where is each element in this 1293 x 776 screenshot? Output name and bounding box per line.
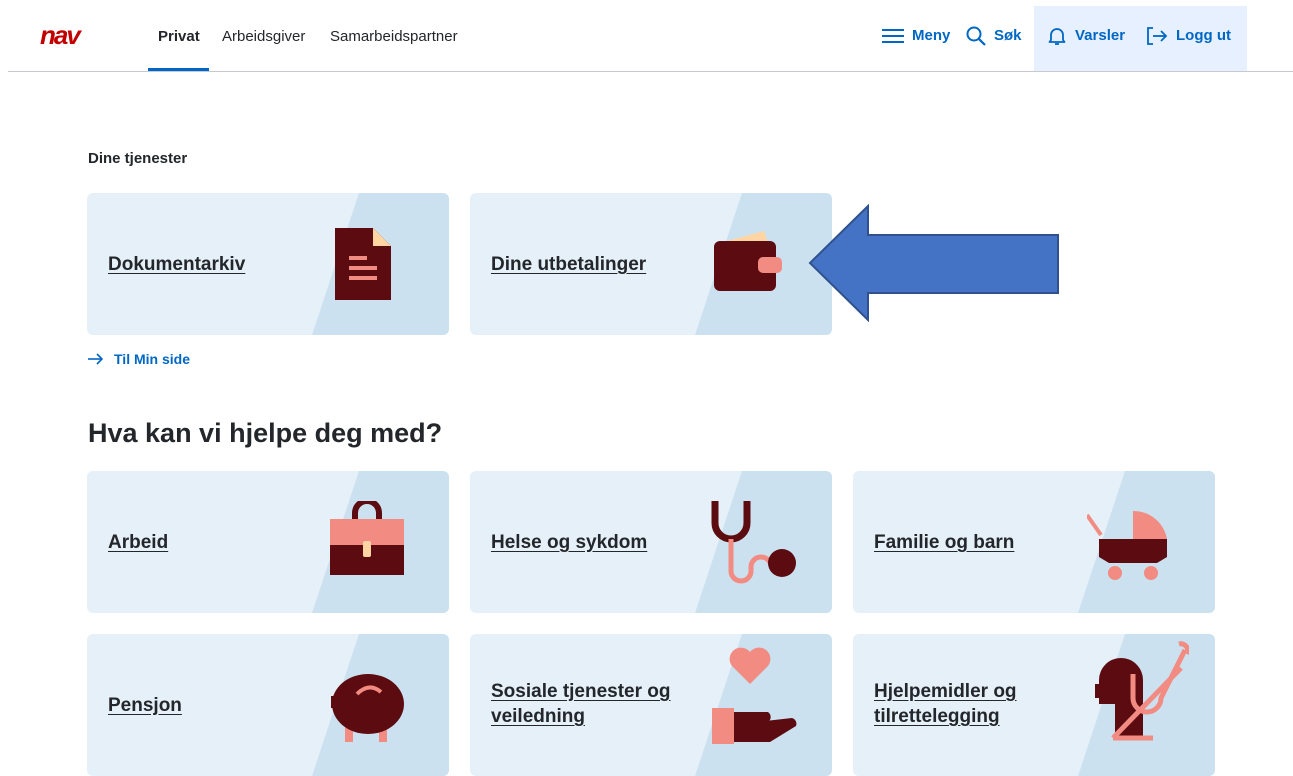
help-heading: Hva kan vi hjelpe deg med?: [88, 418, 443, 448]
services-heading: Dine tjenester: [88, 150, 188, 167]
menu-label: Meny: [912, 27, 951, 44]
min-side-label: Til Min side: [114, 351, 190, 367]
tab-arbeidsgiver[interactable]: Arbeidsgiver: [222, 28, 305, 45]
card-title: Dine utbetalinger: [491, 254, 647, 275]
min-side-link[interactable]: Til Min side: [88, 351, 190, 367]
svg-text:nav: nav: [40, 24, 82, 48]
card-dine-utbetalinger[interactable]: Dine utbetalinger: [470, 193, 832, 335]
card-title: Hjelpemidler og tilrettelegging: [874, 681, 1017, 727]
bell-icon: [1048, 27, 1066, 45]
card-helse-og-sykdom[interactable]: Helse og sykdom: [470, 471, 832, 613]
tab-privat[interactable]: Privat: [158, 28, 200, 45]
search-label: Søk: [994, 27, 1022, 44]
logout-button[interactable]: Logg ut: [1146, 0, 1231, 71]
logout-icon: [1147, 26, 1168, 45]
card-title: Familie og barn: [874, 532, 1015, 553]
card-title: Dokumentarkiv: [108, 254, 246, 275]
nav-logo[interactable]: nav: [40, 24, 114, 48]
heart-hand-icon: [712, 647, 797, 744]
piggy-bank-icon: [331, 674, 404, 742]
tab-samarbeidspartner[interactable]: Samarbeidspartner: [330, 28, 458, 45]
card-pensjon[interactable]: Pensjon: [87, 634, 449, 776]
annotation-arrow-icon: [808, 204, 1059, 322]
briefcase-icon: [330, 501, 404, 575]
arrow-right-icon: [88, 353, 104, 365]
card-hjelpemidler[interactable]: Hjelpemidler og tilrettelegging: [853, 634, 1215, 776]
wallet-icon: [714, 231, 782, 291]
menu-button[interactable]: Meny: [882, 0, 950, 71]
header-divider: [8, 71, 1293, 72]
search-button[interactable]: Søk: [966, 0, 1022, 71]
card-arbeid[interactable]: Arbeid: [87, 471, 449, 613]
document-icon: [335, 228, 391, 300]
card-sosiale-tjenester[interactable]: Sosiale tjenester og veiledning: [470, 634, 832, 776]
card-title: Arbeid: [108, 532, 169, 553]
card-dokumentarkiv[interactable]: Dokumentarkiv: [87, 193, 449, 335]
notifications-button[interactable]: Varsler: [1047, 0, 1125, 71]
search-icon: [966, 26, 986, 46]
stethoscope-icon: [711, 501, 796, 584]
card-title: Helse og sykdom: [491, 532, 648, 553]
logout-label: Logg ut: [1176, 27, 1231, 44]
service-dog-icon: [1095, 641, 1189, 741]
card-title: Sosiale tjenester og veiledning: [491, 681, 671, 727]
card-title: Pensjon: [108, 695, 182, 716]
site-header: nav Privat Arbeidsgiver Samarbeidspartne…: [0, 0, 1293, 72]
card-familie-og-barn[interactable]: Familie og barn: [853, 471, 1215, 613]
notifications-label: Varsler: [1075, 27, 1126, 44]
stroller-icon: [1087, 510, 1167, 580]
hamburger-icon: [882, 28, 904, 43]
